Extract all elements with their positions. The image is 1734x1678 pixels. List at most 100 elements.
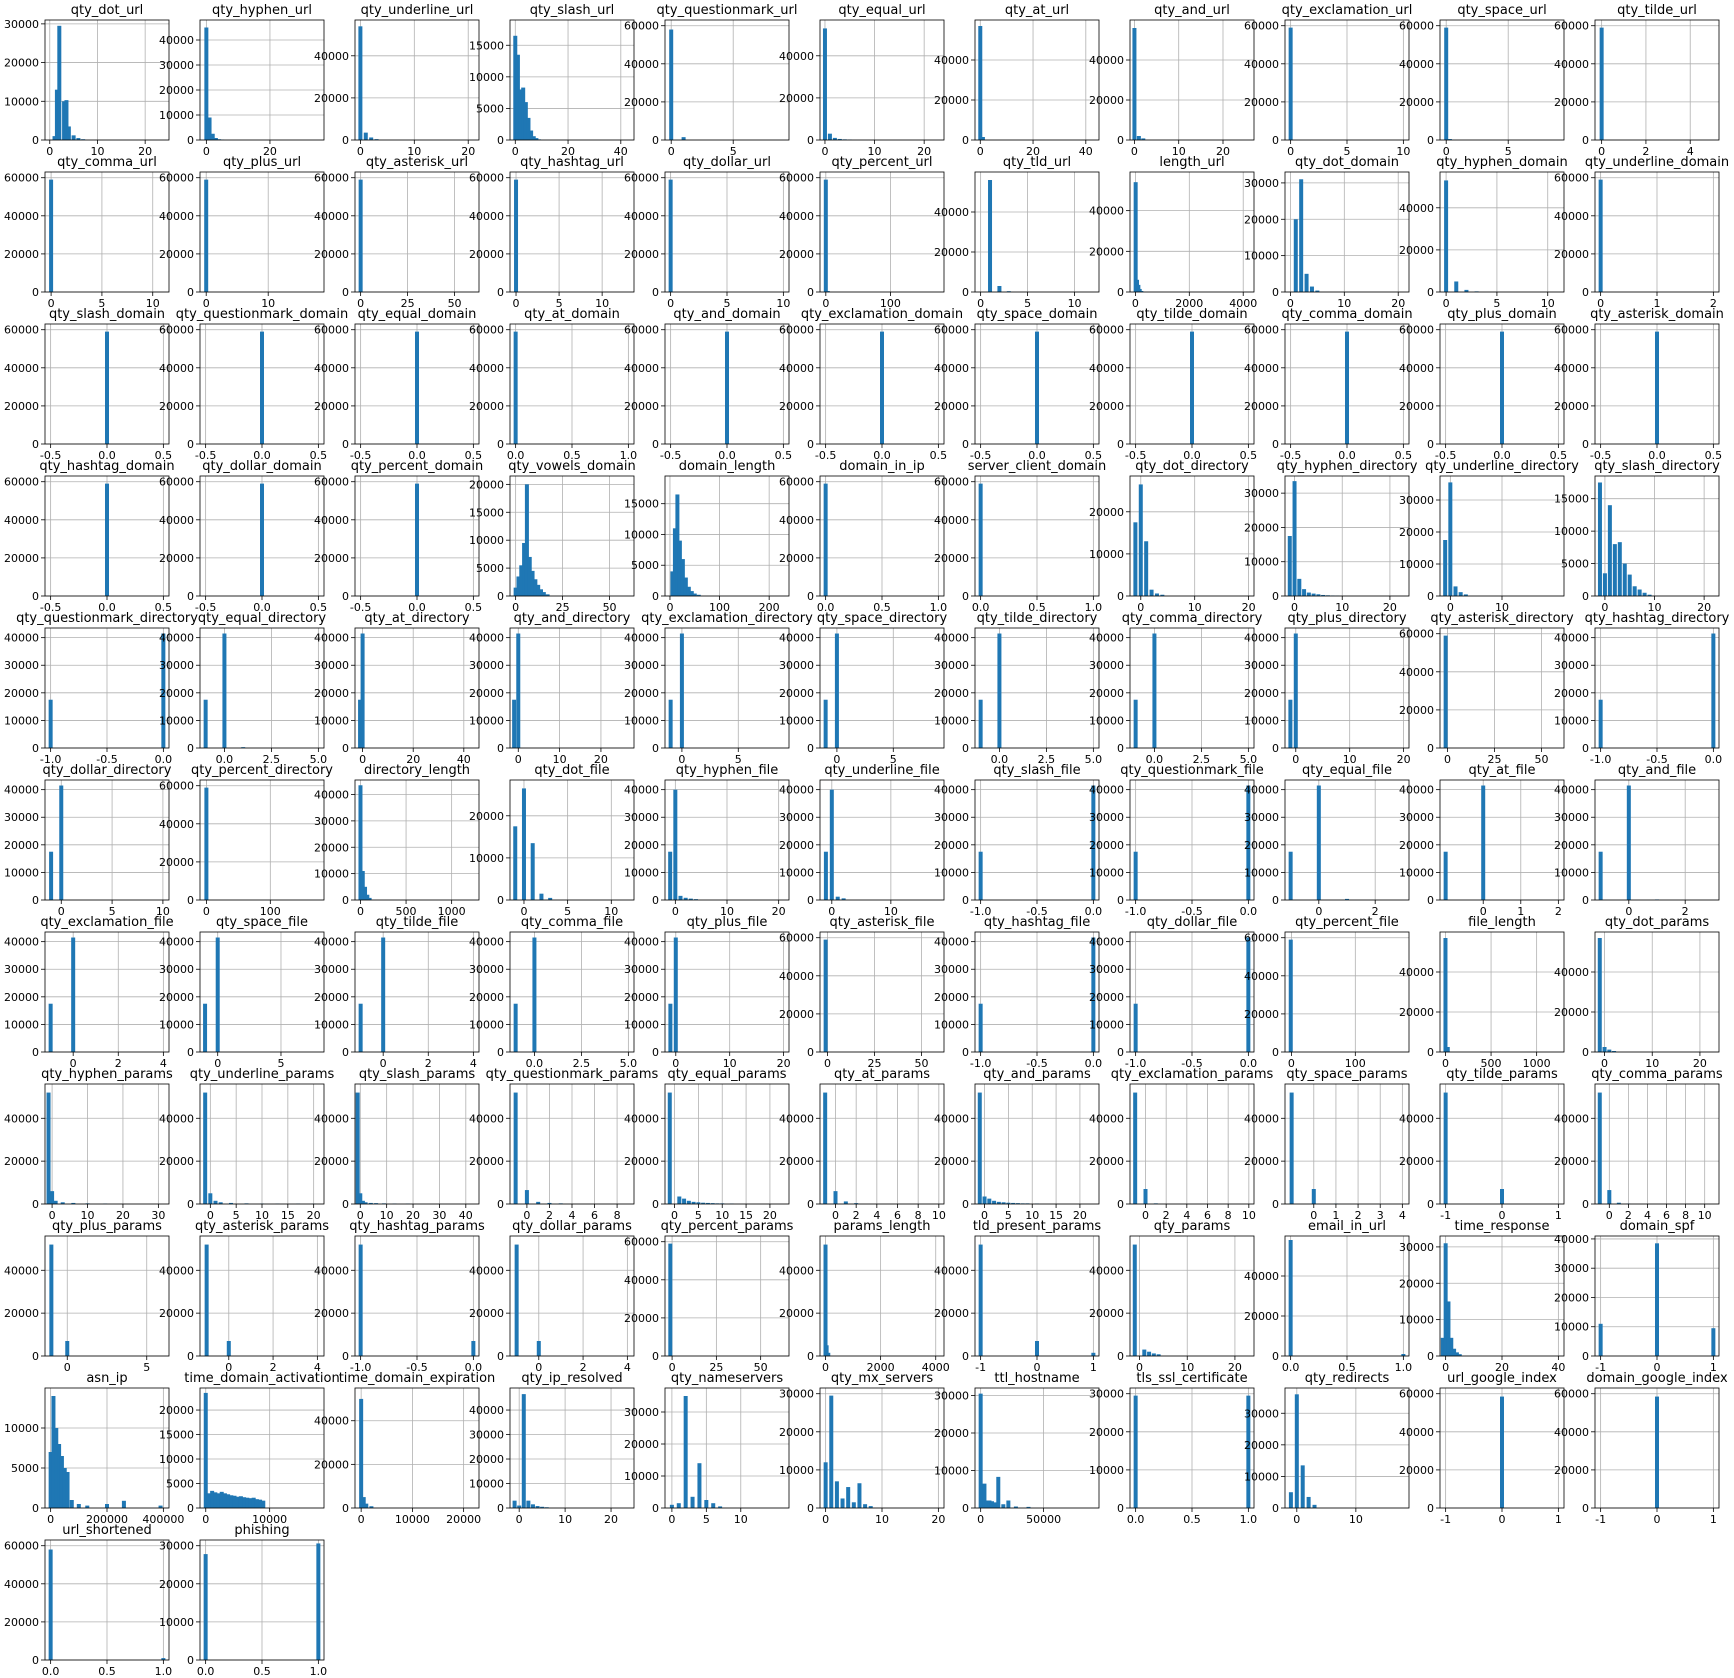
subplot-title: qty_asterisk_domain bbox=[1590, 307, 1724, 322]
x-tick-label: 0 bbox=[513, 297, 520, 310]
histogram-bar bbox=[1598, 699, 1603, 748]
histogram-bar bbox=[669, 29, 674, 140]
y-tick-label: 20000 bbox=[469, 400, 504, 413]
x-tick-label: 0.5 bbox=[930, 449, 948, 462]
y-tick-label: 20000 bbox=[1089, 687, 1124, 700]
histogram-bar bbox=[526, 1500, 531, 1508]
y-tick-label: 20000 bbox=[469, 1453, 504, 1466]
histogram-bar bbox=[1091, 1352, 1096, 1356]
histogram-bar bbox=[679, 633, 684, 748]
y-tick-label: 0 bbox=[1272, 742, 1279, 755]
y-tick-label: 40000 bbox=[4, 936, 39, 949]
subplot-title: qty_exclamation_directory bbox=[641, 611, 813, 626]
histogram-bar bbox=[1443, 540, 1448, 596]
histogram-bar bbox=[1500, 1396, 1504, 1508]
histogram-bar bbox=[1304, 273, 1309, 292]
subplot-qty_underline_params: qty_underline_params020000400000 5 10 15 20 bbox=[159, 1067, 334, 1222]
y-tick-label: 20000 bbox=[1089, 839, 1124, 852]
subplot-title: qty_dot_url bbox=[71, 3, 144, 18]
y-tick-label: 40000 bbox=[1554, 210, 1589, 223]
y-tick-label: 40000 bbox=[1554, 58, 1589, 71]
subplot-qty_vowels_domain: qty_vowels_domain050001000015000200000 25… bbox=[469, 459, 636, 614]
y-tick-label: 60000 bbox=[1399, 1388, 1434, 1401]
y-tick-label: 60000 bbox=[779, 172, 814, 185]
y-tick-label: 60000 bbox=[1244, 324, 1279, 337]
y-tick-label: 20000 bbox=[1244, 687, 1279, 700]
y-tick-label: 0 bbox=[807, 894, 814, 907]
y-tick-label: 5000 bbox=[476, 562, 504, 575]
y-tick-label: 0 bbox=[652, 438, 659, 451]
subplot-title: qty_nameservers bbox=[671, 1371, 784, 1386]
y-tick-label: 20000 bbox=[1089, 506, 1124, 519]
histogram-bar bbox=[1597, 938, 1602, 1052]
y-tick-label: 20000 bbox=[159, 991, 194, 1004]
x-tick-label: 1 bbox=[1555, 1513, 1562, 1526]
y-tick-label: 30000 bbox=[159, 963, 194, 976]
subplot-title: qty_space_domain bbox=[977, 307, 1098, 322]
plot-frame bbox=[354, 1387, 480, 1509]
histogram-bar bbox=[835, 896, 840, 900]
y-tick-label: 40000 bbox=[4, 210, 39, 223]
subplot-qty_comma_params: qty_comma_params020000400000 2 4 6 8 10 bbox=[1554, 1067, 1723, 1222]
y-tick-label: 30000 bbox=[1554, 1262, 1589, 1275]
histogram-bar bbox=[121, 1500, 126, 1508]
subplot-title: qty_hashtag_directory bbox=[1585, 611, 1730, 626]
y-tick-label: 5000 bbox=[631, 559, 659, 572]
histogram-bar bbox=[1288, 27, 1293, 140]
y-tick-label: 40000 bbox=[469, 1112, 504, 1125]
subplot-qty_percent_params: qty_percent_params02000040000600000 25 50 bbox=[624, 1219, 794, 1374]
y-tick-label: 20000 bbox=[314, 552, 349, 565]
y-tick-label: 10000 bbox=[469, 71, 504, 84]
subplot-qty_hyphen_directory: qty_hyphen_directory01000020000300000 10 2… bbox=[1244, 459, 1418, 614]
y-tick-label: 0 bbox=[342, 894, 349, 907]
y-tick-label: 15000 bbox=[469, 506, 504, 519]
y-tick-label: 40000 bbox=[624, 1112, 659, 1125]
histogram-bar bbox=[683, 1396, 688, 1508]
y-tick-label: 0 bbox=[32, 1350, 39, 1363]
histogram-bar bbox=[364, 1503, 369, 1508]
y-tick-label: 40000 bbox=[1244, 362, 1279, 375]
histogram-bar bbox=[673, 789, 678, 900]
x-tick-label: 20 bbox=[931, 1513, 945, 1526]
y-tick-label: 10000 bbox=[469, 1478, 504, 1491]
y-tick-label: 20000 bbox=[934, 246, 969, 259]
y-tick-label: 40000 bbox=[159, 632, 194, 645]
y-tick-label: 0 bbox=[1582, 742, 1589, 755]
y-tick-label: 0 bbox=[1272, 894, 1279, 907]
histogram-bar bbox=[1607, 1190, 1612, 1204]
y-tick-label: 40000 bbox=[1399, 966, 1434, 979]
y-tick-label: 10000 bbox=[469, 534, 504, 547]
y-tick-label: 15000 bbox=[1554, 493, 1589, 506]
y-tick-label: 60000 bbox=[1554, 324, 1589, 337]
y-tick-label: 20000 bbox=[1244, 213, 1279, 226]
y-tick-label: 40000 bbox=[159, 936, 194, 949]
y-tick-label: 10000 bbox=[624, 1470, 659, 1483]
histogram-bar bbox=[690, 1496, 695, 1508]
y-tick-label: 40000 bbox=[1089, 54, 1124, 67]
y-tick-label: 30000 bbox=[624, 659, 659, 672]
subplot-title: qty_and_file bbox=[1618, 763, 1696, 778]
subplot-title: qty_exclamation_url bbox=[1282, 3, 1413, 18]
histogram-bar bbox=[1642, 592, 1647, 596]
plot-frame bbox=[974, 627, 1100, 749]
y-tick-label: 10000 bbox=[4, 1422, 39, 1435]
y-tick-label: 30000 bbox=[469, 1429, 504, 1442]
y-tick-label: 10000 bbox=[624, 714, 659, 727]
histogram-bar bbox=[516, 633, 521, 748]
y-tick-label: 60000 bbox=[1399, 324, 1434, 337]
subplot-qty_and_url: qty_and_url020000400000 10 20 bbox=[1089, 3, 1255, 158]
y-tick-label: 30000 bbox=[934, 963, 969, 976]
y-tick-label: 0 bbox=[807, 1046, 814, 1059]
y-tick-label: 30000 bbox=[1244, 487, 1279, 500]
y-tick-label: 20000 bbox=[314, 841, 349, 854]
subplot-title: qty_at_domain bbox=[524, 307, 620, 322]
histogram-bar bbox=[381, 937, 386, 1052]
subplot-tls_ssl_certificate: tls_ssl_certificate 0 10000 20000 30000 0.0 0.… bbox=[1089, 1371, 1257, 1526]
subplot-qty_space_url: qty_space_url02000040000600000 5 bbox=[1399, 3, 1565, 158]
y-tick-label: 20000 bbox=[624, 1155, 659, 1168]
plot-frame bbox=[509, 171, 635, 293]
subplot-server_client_domain: server_client_domain02000040000600000.0 0… bbox=[934, 459, 1106, 614]
subplot-qty_plus_file: qty_plus_file0100002000030000400000 10 20 bbox=[624, 915, 791, 1070]
y-tick-label: 30000 bbox=[1244, 659, 1279, 672]
y-tick-label: 20000 bbox=[314, 687, 349, 700]
